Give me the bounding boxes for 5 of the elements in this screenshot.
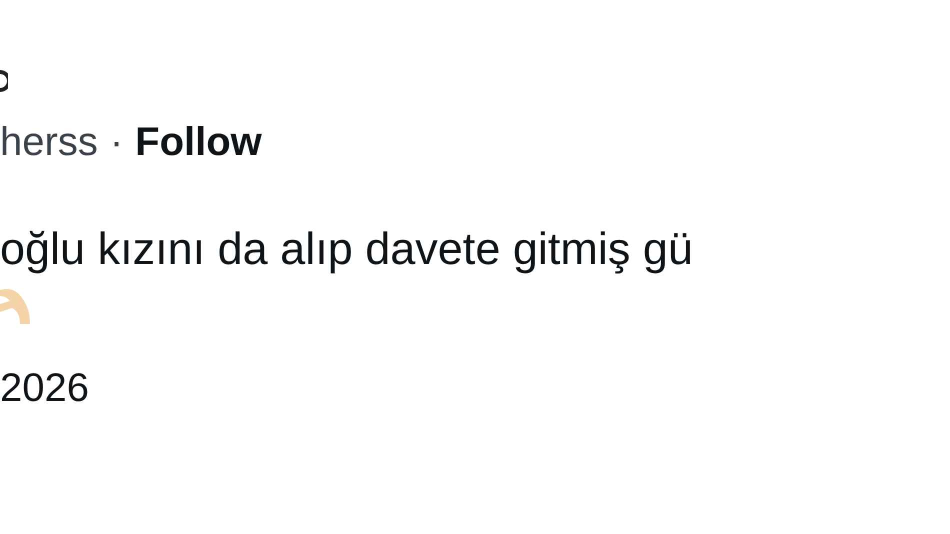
tweet-date: 2026 xyxy=(0,365,90,412)
follow-link[interactable]: Follow xyxy=(135,118,262,166)
separator-dot: · xyxy=(110,119,124,166)
author-handle: herss xyxy=(0,119,98,166)
tweet-text: oğlu kızını da alıp davete gitmiş gü xyxy=(0,222,694,276)
